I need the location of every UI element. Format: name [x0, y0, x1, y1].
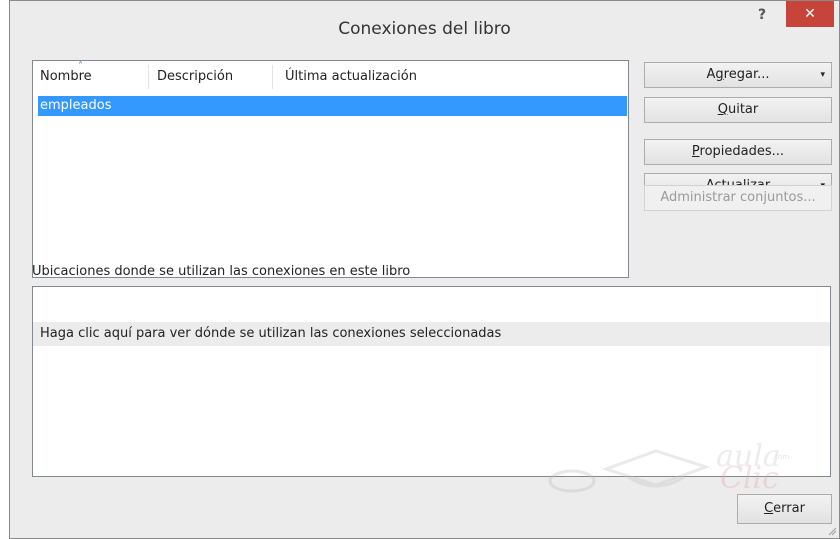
- manage-sets-button[interactable]: Administrar conjuntos...: [644, 185, 832, 211]
- dialog-title: Conexiones del libro: [338, 19, 511, 39]
- column-header-descripcion[interactable]: Descripción: [157, 69, 233, 84]
- dialog-window: Conexiones del libro ? ✕ ˄ Nombre Descri…: [9, 0, 840, 539]
- close-button[interactable]: Cerrar: [737, 494, 832, 524]
- column-divider[interactable]: [148, 65, 149, 89]
- close-label-accesskey: C: [764, 501, 774, 516]
- locations-label: Ubicaciones donde se utilizan las conexi…: [32, 264, 411, 279]
- add-button[interactable]: Agregar... ▾: [644, 62, 832, 88]
- aulaclic-watermark-logo: aula .com Clic: [536, 437, 806, 501]
- add-label-post: regar...: [723, 67, 770, 82]
- remove-label-accesskey: Q: [717, 102, 728, 117]
- add-label-accesskey: g: [715, 67, 724, 82]
- resize-grip-icon[interactable]: [827, 526, 837, 536]
- mortarboard-icon: [548, 449, 711, 493]
- connection-row-selected[interactable]: empleados: [38, 96, 627, 116]
- title-bar: Conexiones del libro ? ✕: [10, 1, 839, 41]
- properties-button[interactable]: Propiedades...: [644, 139, 832, 165]
- connection-name: empleados: [40, 98, 112, 113]
- column-header-ultima-actualizacion[interactable]: Última actualización: [285, 69, 417, 84]
- column-divider[interactable]: [272, 65, 273, 89]
- remove-label-post: uitar: [727, 102, 759, 117]
- help-button[interactable]: ?: [748, 3, 776, 27]
- column-header-nombre[interactable]: Nombre: [40, 69, 92, 84]
- properties-label-post: ropiedades...: [699, 144, 785, 159]
- connections-list[interactable]: ˄ Nombre Descripción Última actualizació…: [32, 60, 629, 278]
- watermark-suffix: .com: [772, 453, 790, 461]
- properties-label-accesskey: P: [691, 144, 700, 159]
- close-window-button[interactable]: ✕: [786, 1, 834, 27]
- locations-hint-row[interactable]: Haga clic aquí para ver dónde se utiliza…: [33, 322, 830, 346]
- chevron-down-icon: ▾: [820, 70, 825, 80]
- close-label-post: errar: [773, 501, 805, 516]
- watermark-word-clic: Clic: [720, 461, 779, 496]
- close-icon: ✕: [804, 6, 816, 22]
- remove-button[interactable]: Quitar: [644, 97, 832, 123]
